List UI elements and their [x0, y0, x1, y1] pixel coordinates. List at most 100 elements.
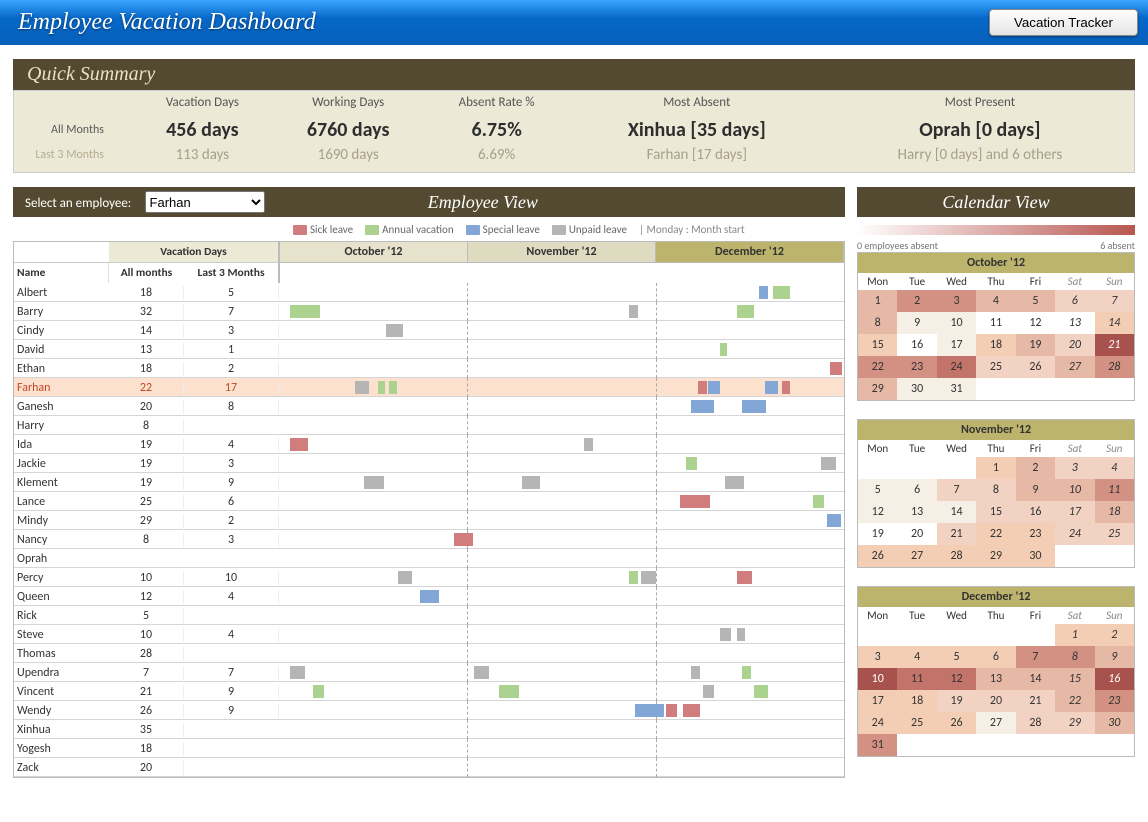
- cal-day[interactable]: 26: [937, 712, 976, 734]
- cal-day[interactable]: 4: [897, 646, 936, 668]
- grid-row[interactable]: Wendy269: [14, 701, 844, 720]
- cal-day[interactable]: 14: [937, 501, 976, 523]
- cal-day[interactable]: 9: [897, 312, 936, 334]
- cal-day[interactable]: 27: [976, 712, 1015, 734]
- cal-day[interactable]: 9: [1095, 646, 1134, 668]
- cal-day[interactable]: 23: [897, 356, 936, 378]
- cal-day[interactable]: 5: [1016, 290, 1055, 312]
- cal-day[interactable]: 10: [858, 668, 897, 690]
- cal-day[interactable]: 5: [858, 479, 897, 501]
- cal-day[interactable]: 7: [1095, 290, 1134, 312]
- cal-day[interactable]: 1: [976, 457, 1015, 479]
- grid-row[interactable]: Percy1010: [14, 568, 844, 587]
- cal-day[interactable]: 20: [897, 523, 936, 545]
- cal-day[interactable]: 15: [1055, 668, 1094, 690]
- cal-day[interactable]: 5: [937, 646, 976, 668]
- cal-day[interactable]: 31: [858, 734, 897, 756]
- grid-row[interactable]: Zack20: [14, 758, 844, 777]
- cal-day[interactable]: 24: [1055, 523, 1094, 545]
- cal-day[interactable]: 27: [897, 545, 936, 567]
- grid-row[interactable]: Oprah: [14, 549, 844, 568]
- grid-row[interactable]: Jackie193: [14, 454, 844, 473]
- cal-day[interactable]: 23: [1095, 690, 1134, 712]
- cal-day[interactable]: 11: [897, 668, 936, 690]
- cal-day[interactable]: 18: [897, 690, 936, 712]
- cal-day[interactable]: 14: [1016, 668, 1055, 690]
- cal-day[interactable]: 2: [897, 290, 936, 312]
- cal-day[interactable]: 1: [1055, 624, 1094, 646]
- cal-day[interactable]: 16: [897, 334, 936, 356]
- grid-row[interactable]: Lance256: [14, 492, 844, 511]
- cal-day[interactable]: 16: [1016, 501, 1055, 523]
- cal-day[interactable]: 28: [1016, 712, 1055, 734]
- cal-day[interactable]: 3: [937, 290, 976, 312]
- cal-day[interactable]: 24: [937, 356, 976, 378]
- grid-row[interactable]: Vincent219: [14, 682, 844, 701]
- cal-day[interactable]: 29: [976, 545, 1015, 567]
- cal-day[interactable]: 22: [1055, 690, 1094, 712]
- cal-day[interactable]: 7: [1016, 646, 1055, 668]
- grid-row[interactable]: Barry327: [14, 302, 844, 321]
- cal-day[interactable]: 4: [976, 290, 1015, 312]
- cal-day[interactable]: 7: [937, 479, 976, 501]
- cal-day[interactable]: 27: [1055, 356, 1094, 378]
- cal-day[interactable]: 28: [937, 545, 976, 567]
- grid-row[interactable]: Ethan182: [14, 359, 844, 378]
- cal-day[interactable]: 18: [1095, 501, 1134, 523]
- cal-day[interactable]: 12: [858, 501, 897, 523]
- cal-day[interactable]: 30: [1016, 545, 1055, 567]
- cal-day[interactable]: 25: [976, 356, 1015, 378]
- cal-day[interactable]: 19: [937, 690, 976, 712]
- cal-day[interactable]: 19: [1016, 334, 1055, 356]
- cal-day[interactable]: 17: [858, 690, 897, 712]
- cal-day[interactable]: 3: [1055, 457, 1094, 479]
- cal-day[interactable]: 29: [858, 378, 897, 400]
- cal-day[interactable]: 11: [1095, 479, 1134, 501]
- cal-day[interactable]: 10: [1055, 479, 1094, 501]
- cal-day[interactable]: 19: [858, 523, 897, 545]
- grid-row[interactable]: Rick5: [14, 606, 844, 625]
- cal-day[interactable]: 2: [1095, 624, 1134, 646]
- cal-day[interactable]: 9: [1016, 479, 1055, 501]
- grid-row[interactable]: David131: [14, 340, 844, 359]
- grid-row[interactable]: Cindy143: [14, 321, 844, 340]
- cal-day[interactable]: 25: [1095, 523, 1134, 545]
- cal-day[interactable]: 24: [858, 712, 897, 734]
- grid-row[interactable]: Nancy83: [14, 530, 844, 549]
- grid-row[interactable]: Queen124: [14, 587, 844, 606]
- cal-day[interactable]: 28: [1095, 356, 1134, 378]
- cal-day[interactable]: 30: [897, 378, 936, 400]
- cal-day[interactable]: 8: [1055, 646, 1094, 668]
- cal-day[interactable]: 30: [1095, 712, 1134, 734]
- cal-day[interactable]: 15: [976, 501, 1015, 523]
- vacation-tracker-button[interactable]: Vacation Tracker: [989, 9, 1138, 36]
- cal-day[interactable]: 22: [858, 356, 897, 378]
- cal-day[interactable]: 20: [1055, 334, 1094, 356]
- grid-row[interactable]: Ganesh208: [14, 397, 844, 416]
- grid-row[interactable]: Upendra77: [14, 663, 844, 682]
- cal-day[interactable]: 22: [976, 523, 1015, 545]
- cal-day[interactable]: 17: [937, 334, 976, 356]
- grid-row[interactable]: Mindy292: [14, 511, 844, 530]
- cal-day[interactable]: 14: [1095, 312, 1134, 334]
- cal-day[interactable]: 21: [1016, 690, 1055, 712]
- cal-day[interactable]: 8: [858, 312, 897, 334]
- grid-row[interactable]: Thomas28: [14, 644, 844, 663]
- cal-day[interactable]: 6: [897, 479, 936, 501]
- cal-day[interactable]: 21: [1095, 334, 1134, 356]
- cal-day[interactable]: 13: [976, 668, 1015, 690]
- cal-day[interactable]: 20: [976, 690, 1015, 712]
- cal-day[interactable]: 26: [858, 545, 897, 567]
- cal-day[interactable]: 13: [897, 501, 936, 523]
- cal-day[interactable]: 11: [976, 312, 1015, 334]
- employee-select[interactable]: Farhan: [145, 191, 265, 213]
- cal-day[interactable]: 25: [897, 712, 936, 734]
- cal-day[interactable]: 12: [937, 668, 976, 690]
- grid-row[interactable]: Farhan2217: [14, 378, 844, 397]
- cal-day[interactable]: 17: [1055, 501, 1094, 523]
- grid-row[interactable]: Albert185: [14, 283, 844, 302]
- grid-row[interactable]: Yogesh18: [14, 739, 844, 758]
- cal-day[interactable]: 18: [976, 334, 1015, 356]
- grid-row[interactable]: Ida194: [14, 435, 844, 454]
- cal-day[interactable]: 15: [858, 334, 897, 356]
